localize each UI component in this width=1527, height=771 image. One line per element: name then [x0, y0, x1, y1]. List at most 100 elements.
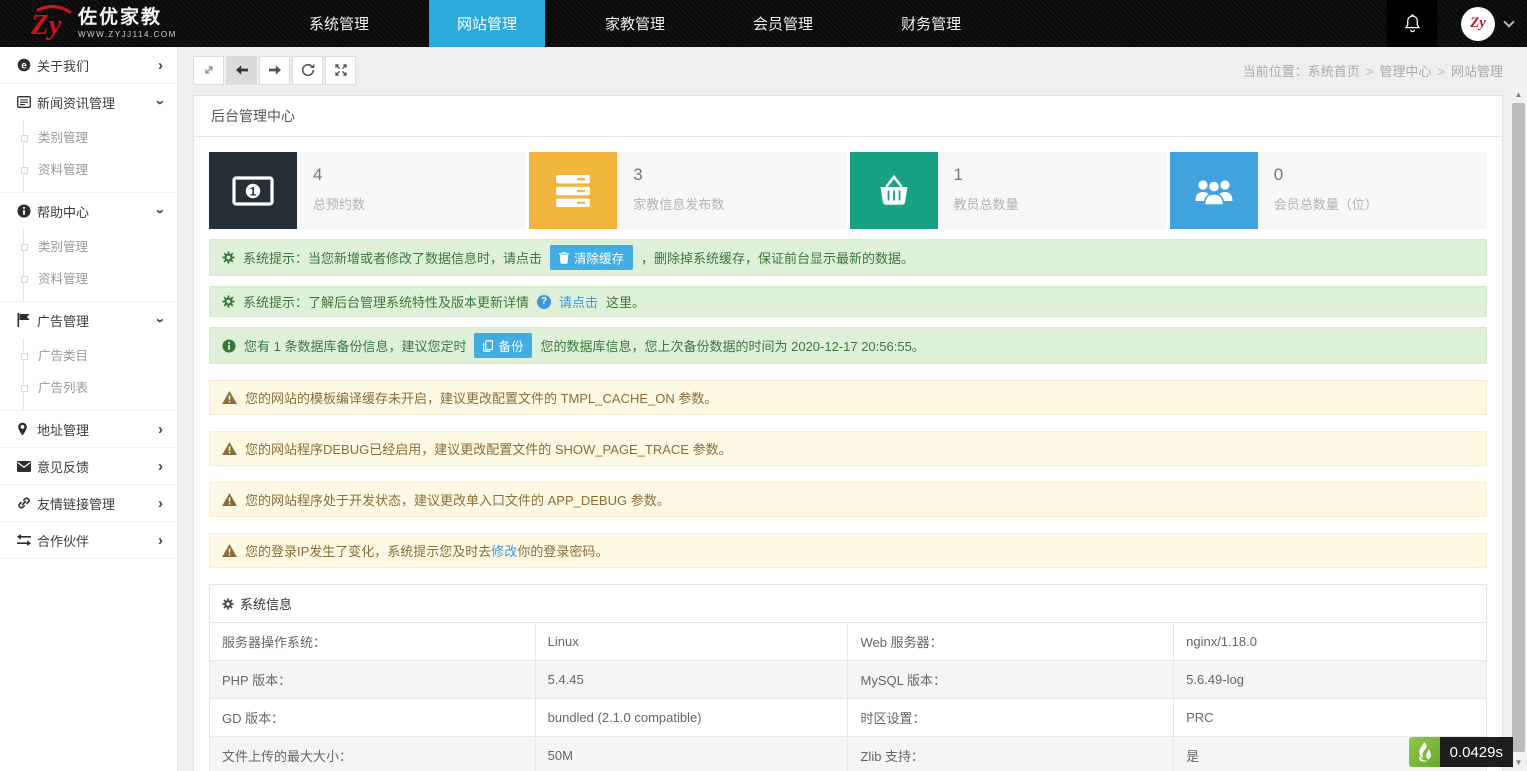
alert-page-trace: 您的网站程序DEBUG已经启用，建议更改配置文件的 SHOW_PAGE_TRAC… — [209, 431, 1487, 466]
sidebar-item-partners[interactable]: 合作伙伴 — [0, 522, 177, 558]
sidebar-item-feedback[interactable]: 意见反馈 — [0, 448, 177, 484]
brand-url: WWW.ZYJJ114.COM — [78, 31, 177, 40]
page-title: 后台管理中心 — [194, 96, 1502, 137]
alert-backup: 您有 1 条数据库备份信息，建议您定时 备份 您的数据库信息，您上次备份数据的时… — [209, 327, 1487, 364]
backup-button[interactable]: 备份 — [474, 333, 532, 358]
sidebar-item-ads[interactable]: 广告管理 — [0, 302, 177, 338]
resize-icon — [202, 63, 216, 77]
version-details-link[interactable]: 请点击 — [559, 292, 598, 311]
stat-card-appointments: 1 4 总预约数 — [209, 152, 526, 229]
system-info-table: 系统信息 服务器操作系统： Linux Web 服务器： nginx/1.18.… — [209, 584, 1487, 771]
vertical-scrollbar[interactable]: ▲ ▼ — [1510, 86, 1527, 771]
svg-text:e: e — [21, 60, 27, 71]
gear-icon — [222, 598, 234, 610]
sidebar-subitem-help-category[interactable]: 类别管理 — [24, 231, 177, 263]
sidebar-subitem-help-material[interactable]: 资料管理 — [24, 263, 177, 295]
breadcrumb-prefix: 当前位置： — [1243, 64, 1308, 79]
stat-value: 4 — [313, 165, 365, 185]
stat-label: 家教信息发布数 — [633, 194, 724, 213]
news-icon — [17, 96, 37, 108]
dashboard-panel: 后台管理中心 1 4 总预约数 — [193, 95, 1503, 771]
envelope-icon — [17, 461, 37, 472]
money-icon: 1 — [209, 152, 297, 229]
nav-item-system[interactable]: 系统管理 — [281, 0, 397, 47]
table-row: 服务器操作系统： Linux Web 服务器： nginx/1.18.0 — [210, 623, 1487, 661]
chevron-right-icon — [158, 58, 163, 73]
server-icon — [529, 152, 617, 229]
exchange-icon — [17, 534, 37, 546]
nav-item-tutoring[interactable]: 家教管理 — [577, 0, 693, 47]
svg-text:1: 1 — [250, 184, 257, 198]
back-icon — [235, 63, 249, 77]
gear-icon — [222, 295, 235, 308]
chevron-right-icon — [158, 533, 163, 548]
breadcrumb-home[interactable]: 系统首页 — [1308, 64, 1360, 79]
stat-value: 3 — [633, 165, 724, 185]
table-row: PHP 版本： 5.4.45 MySQL 版本： 5.6.49-log — [210, 661, 1487, 699]
chevron-down-icon — [1503, 16, 1514, 27]
flag-icon — [17, 313, 37, 327]
stat-card-members: 0 会员总数量（位） — [1170, 152, 1487, 229]
trace-badge[interactable]: 0.0429s — [1409, 737, 1513, 767]
stat-cards: 1 4 总预约数 3 家教信息发布数 — [209, 152, 1487, 229]
copy-icon — [483, 340, 493, 352]
sidebar: e 关于我们 新闻资讯管理 类别管理 资料管理 帮助中心 类别管理 — [0, 47, 178, 771]
system-info-title: 系统信息 — [240, 594, 292, 613]
link-icon — [17, 496, 37, 510]
fullscreen-button[interactable] — [325, 56, 356, 85]
forward-button[interactable] — [259, 56, 290, 85]
sidebar-subitem-ad-list[interactable]: 广告列表 — [24, 372, 177, 404]
trash-icon — [559, 252, 569, 264]
change-password-link[interactable]: 修改 — [491, 544, 517, 559]
sidebar-subitem-news-category[interactable]: 类别管理 — [24, 122, 177, 154]
notifications-button[interactable] — [1387, 0, 1437, 47]
stat-card-teachers: 1 教员总数量 — [850, 152, 1167, 229]
warning-icon — [222, 391, 237, 404]
user-menu[interactable]: Zy — [1437, 7, 1527, 41]
chevron-down-icon — [153, 100, 168, 105]
warning-icon — [222, 493, 237, 506]
sidebar-item-address[interactable]: 地址管理 — [0, 411, 177, 447]
stat-label: 教员总数量 — [954, 194, 1019, 213]
breadcrumb-admin-center[interactable]: 管理中心 — [1379, 64, 1431, 79]
clear-cache-button[interactable]: 清除缓存 — [550, 245, 633, 270]
fullscreen-icon — [334, 63, 348, 77]
main-menu: 系统管理 网站管理 家教管理 会员管理 财务管理 — [265, 0, 1005, 47]
chevron-right-icon — [158, 422, 163, 437]
alert-version-info: 系统提示：了解后台管理系统特性及版本更新详情 ? 请点击 这里。 — [209, 286, 1487, 317]
nav-item-finance[interactable]: 财务管理 — [873, 0, 989, 47]
refresh-icon — [301, 63, 315, 77]
resize-button[interactable] — [193, 56, 224, 85]
sidebar-subitem-ad-category[interactable]: 广告类目 — [24, 340, 177, 372]
table-row: 文件上传的最大大小： 50M Zlib 支持： 是 — [210, 737, 1487, 771]
chevron-down-icon — [153, 318, 168, 323]
map-marker-icon — [17, 422, 37, 436]
brand-logo[interactable]: Zy 佐优家教 WWW.ZYJJ114.COM — [0, 0, 265, 47]
sidebar-item-links[interactable]: 友情链接管理 — [0, 485, 177, 521]
back-button[interactable] — [226, 56, 257, 85]
breadcrumb: 当前位置：系统首页>管理中心>网站管理 — [1243, 61, 1503, 80]
question-icon: ? — [537, 295, 551, 309]
info-circle-icon — [222, 339, 236, 353]
sidebar-subitem-news-material[interactable]: 资料管理 — [24, 154, 177, 186]
alert-app-debug: 您的网站程序处于开发状态，建议更改单入口文件的 APP_DEBUG 参数。 — [209, 482, 1487, 517]
sidebar-item-news[interactable]: 新闻资讯管理 — [0, 84, 177, 120]
nav-item-members[interactable]: 会员管理 — [725, 0, 841, 47]
sidebar-item-about[interactable]: e 关于我们 — [0, 47, 177, 83]
breadcrumb-current[interactable]: 网站管理 — [1451, 64, 1503, 79]
users-icon — [1170, 152, 1258, 229]
table-row: GD 版本： bundled (2.1.0 compatible) 时区设置： … — [210, 699, 1487, 737]
chevron-right-icon — [158, 459, 163, 474]
nav-item-website[interactable]: 网站管理 — [429, 0, 545, 47]
stat-card-tutor-posts: 3 家教信息发布数 — [529, 152, 846, 229]
sidebar-item-help[interactable]: 帮助中心 — [0, 193, 177, 229]
scrollbar-thumb[interactable] — [1512, 103, 1525, 752]
user-avatar: Zy — [1461, 7, 1495, 41]
top-navbar: Zy 佐优家教 WWW.ZYJJ114.COM 系统管理 网站管理 家教管理 会… — [0, 0, 1527, 47]
bell-icon — [1403, 14, 1422, 34]
refresh-button[interactable] — [292, 56, 323, 85]
scroll-up-arrow-icon[interactable]: ▲ — [1510, 87, 1527, 101]
warning-icon — [222, 442, 237, 455]
warning-icon — [222, 544, 237, 557]
frame-toolbar — [193, 56, 358, 85]
